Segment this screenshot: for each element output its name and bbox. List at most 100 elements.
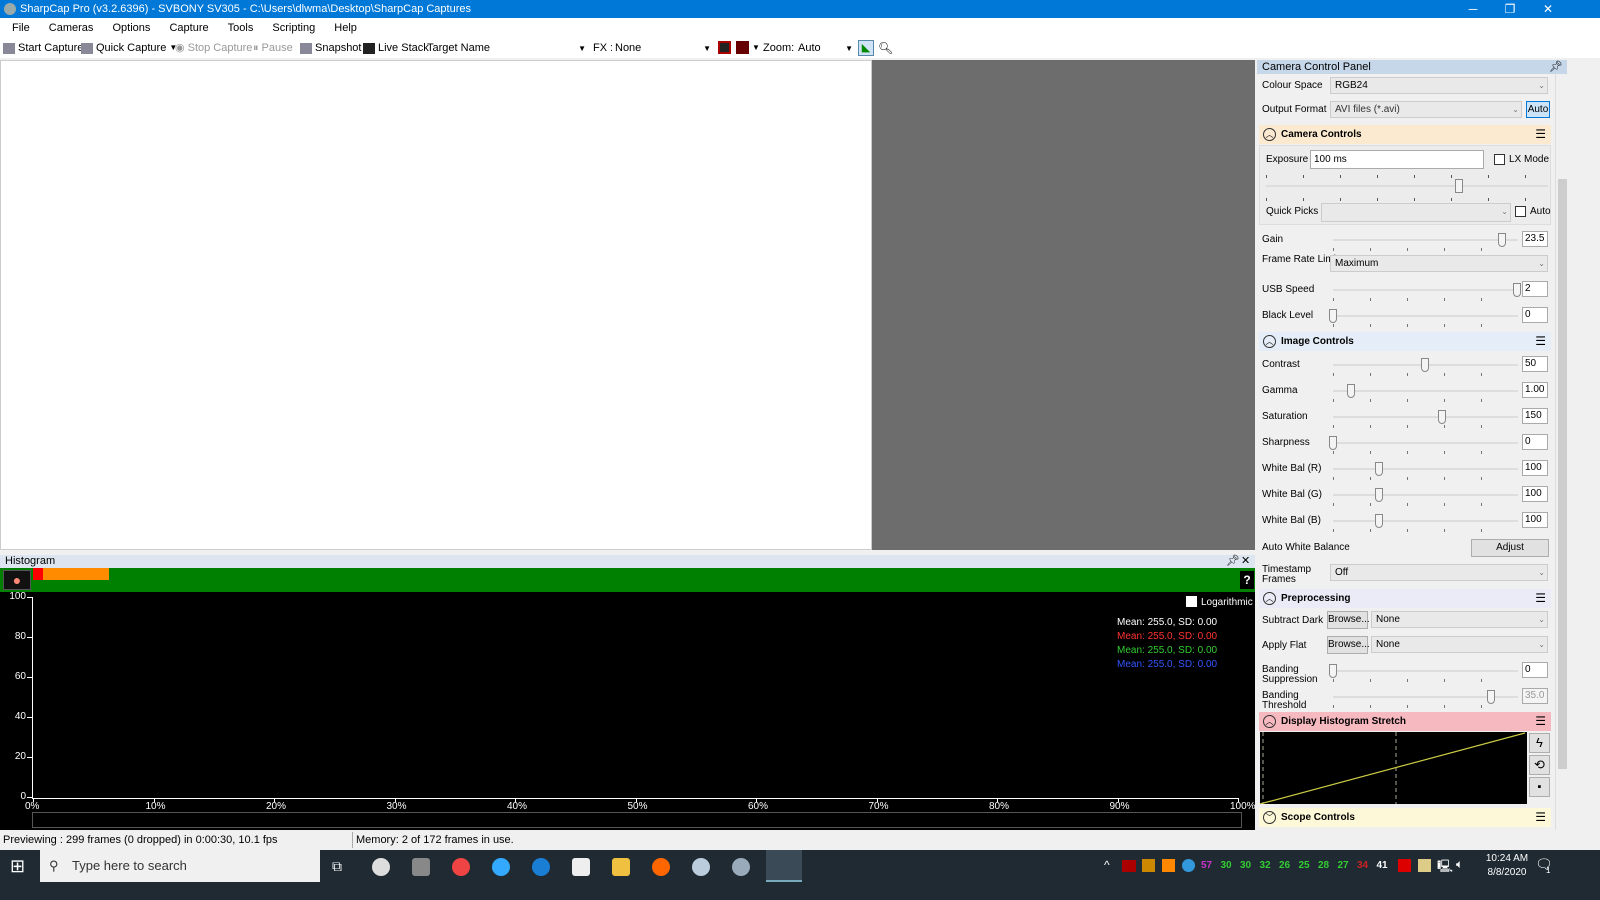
exposure-slider[interactable] (1266, 185, 1548, 187)
chevron-up-icon[interactable]: ︿ (1263, 592, 1276, 605)
menu-tools[interactable]: Tools (228, 22, 254, 34)
banding-threshold-slider-thumb[interactable] (1487, 690, 1496, 704)
contrast-slider-thumb[interactable] (1421, 358, 1429, 372)
app-icon-globe[interactable] (692, 858, 710, 876)
volume-icon[interactable]: 🔈︎ (1456, 857, 1463, 872)
fx-select[interactable]: None ▼ (612, 41, 713, 56)
sharpness-slider[interactable] (1333, 442, 1518, 444)
gain-value[interactable]: 23.5 (1522, 231, 1548, 247)
file-explorer-icon[interactable] (612, 858, 630, 876)
black-level-slider-thumb[interactable] (1329, 309, 1337, 323)
stretch-curve-chart[interactable] (1260, 732, 1527, 804)
tray-temperature-number[interactable]: 30 (1221, 860, 1232, 871)
image-controls-header[interactable]: ︿ Image Controls ☰ (1259, 332, 1551, 351)
dropdown-arrow-icon[interactable]: ▼ (752, 38, 760, 58)
sharpness-value[interactable]: 0 (1522, 434, 1548, 450)
tray-temperature-number[interactable]: 26 (1279, 860, 1290, 871)
lightning-auto-stretch-icon[interactable]: ϟ (1529, 733, 1550, 753)
app-icon-circle[interactable] (372, 858, 390, 876)
pin-icon[interactable]: 📌︎ (1549, 60, 1563, 74)
usb-speed-slider[interactable] (1333, 289, 1518, 291)
quick-picks-auto-checkbox[interactable] (1515, 206, 1526, 217)
chevron-up-icon[interactable]: ︿ (1263, 715, 1276, 728)
white-bal-r-value[interactable]: 100 (1522, 460, 1548, 476)
sharpcap-taskbar-icon[interactable] (766, 850, 802, 882)
usb-speed-value[interactable]: 2 (1522, 281, 1548, 297)
apply-flat-browse-button[interactable]: Browse... (1327, 636, 1370, 654)
windows-start-icon[interactable]: ⊞ (10, 856, 25, 877)
internet-explorer-icon[interactable] (492, 858, 510, 876)
hamburger-menu-icon[interactable]: ☰ (1535, 125, 1546, 144)
stop-capture-button[interactable]: ◉ Stop Capture (175, 38, 252, 58)
tray-temperature-number[interactable]: 28 (1318, 860, 1329, 871)
apply-flat-select[interactable]: None ⌄ (1371, 636, 1548, 653)
gain-slider-thumb[interactable] (1498, 233, 1507, 247)
gamma-slider-thumb[interactable] (1347, 384, 1356, 398)
tray-temperature-number[interactable]: 27 (1338, 860, 1349, 871)
close-icon[interactable]: ✕ (1241, 555, 1250, 568)
subtract-dark-select[interactable]: None ⌄ (1371, 611, 1548, 628)
clock[interactable]: 10:24 AM 8/8/2020 (1478, 852, 1536, 880)
zoom-magnifier-icon[interactable]: 🔍︎ (878, 38, 893, 58)
tray-temperature-number[interactable]: 30 (1240, 860, 1251, 871)
frame-rate-select[interactable]: Maximum ⌄ (1330, 255, 1548, 272)
menu-file[interactable]: File (12, 22, 30, 34)
menu-help[interactable]: Help (334, 22, 357, 34)
white-bal-r-slider[interactable] (1333, 468, 1518, 470)
reset-icon[interactable]: ⟲ (1529, 755, 1550, 775)
mail-icon[interactable] (1418, 859, 1431, 872)
menu-capture[interactable]: Capture (169, 22, 208, 34)
tray-temperature-number[interactable]: 57 (1201, 860, 1212, 871)
quick-picks-select[interactable]: ⌄ (1321, 203, 1511, 222)
white-bal-g-slider-thumb[interactable] (1375, 488, 1383, 502)
saturation-slider-thumb[interactable] (1437, 410, 1446, 424)
gamma-value[interactable]: 1.00 (1522, 382, 1548, 398)
camera-controls-header[interactable]: ︿ Camera Controls ☰ (1259, 125, 1551, 144)
live-stack-button[interactable]: Live Stack (363, 38, 429, 58)
pause-button[interactable]: ⏸ Pause (253, 38, 293, 58)
network-icon[interactable]: 🖳︎ (1437, 857, 1453, 878)
hamburger-menu-icon[interactable]: ☰ (1535, 808, 1546, 827)
restore-button[interactable]: ❐ (1492, 0, 1528, 18)
banding-suppression-slider[interactable] (1333, 670, 1518, 672)
target-name-input[interactable]: ▼ (490, 41, 588, 56)
white-bal-b-slider-thumb[interactable] (1375, 514, 1383, 528)
banding-threshold-value[interactable]: 35.0 (1522, 688, 1548, 704)
saturation-slider[interactable] (1333, 416, 1518, 418)
save-icon[interactable]: ▪ (1529, 777, 1550, 797)
logarithmic-checkbox[interactable] (1186, 596, 1197, 607)
display-histogram-stretch-header[interactable]: ︿ Display Histogram Stretch ☰ (1259, 712, 1551, 731)
white-bal-b-value[interactable]: 100 (1522, 512, 1548, 528)
histogram-toggle-icon[interactable]: ◣ (858, 40, 874, 56)
panel-scrollbar[interactable] (1555, 74, 1568, 830)
tray-chevron-up-icon[interactable]: ^ (1104, 858, 1110, 872)
app-icon-disk[interactable] (412, 858, 430, 876)
exposure-slider-thumb[interactable] (1455, 179, 1463, 193)
gamma-slider[interactable] (1333, 390, 1518, 392)
tray-temperature-number[interactable]: 25 (1299, 860, 1310, 871)
usb-speed-slider-thumb[interactable] (1513, 283, 1521, 297)
start-capture-button[interactable]: Start Capture (3, 38, 83, 58)
app-icon-satellite[interactable] (732, 858, 750, 876)
auto-format-button[interactable]: Auto (1526, 101, 1550, 118)
preprocessing-header[interactable]: ︿ Preprocessing ☰ (1259, 589, 1551, 608)
menu-options[interactable]: Options (112, 22, 150, 34)
saturation-value[interactable]: 150 (1522, 408, 1548, 424)
adjust-button[interactable]: Adjust (1471, 539, 1549, 557)
chevron-down-icon[interactable]: ﹀ (1263, 811, 1276, 824)
quick-capture-button[interactable]: Quick Capture ▼ (81, 38, 177, 58)
tray-app-icon[interactable] (1142, 859, 1155, 872)
reticule-icon[interactable] (718, 41, 731, 54)
minimize-button[interactable]: ─ (1455, 0, 1491, 18)
help-button[interactable]: ? (1240, 571, 1254, 589)
scrollbar-thumb[interactable] (1558, 179, 1567, 769)
black-level-slider[interactable] (1333, 315, 1518, 317)
pin-icon[interactable]: 📌︎ (1226, 555, 1240, 568)
hamburger-menu-icon[interactable]: ☰ (1535, 332, 1546, 351)
brain-icon[interactable]: ● (3, 570, 31, 590)
tray-app-icon[interactable] (1162, 859, 1175, 872)
scope-controls-header[interactable]: ﹀ Scope Controls ☰ (1259, 808, 1551, 827)
tray-temperature-number[interactable]: 32 (1260, 860, 1271, 871)
lx-mode-checkbox[interactable] (1494, 154, 1505, 165)
zoom-select[interactable]: Auto ▼ (795, 41, 855, 56)
